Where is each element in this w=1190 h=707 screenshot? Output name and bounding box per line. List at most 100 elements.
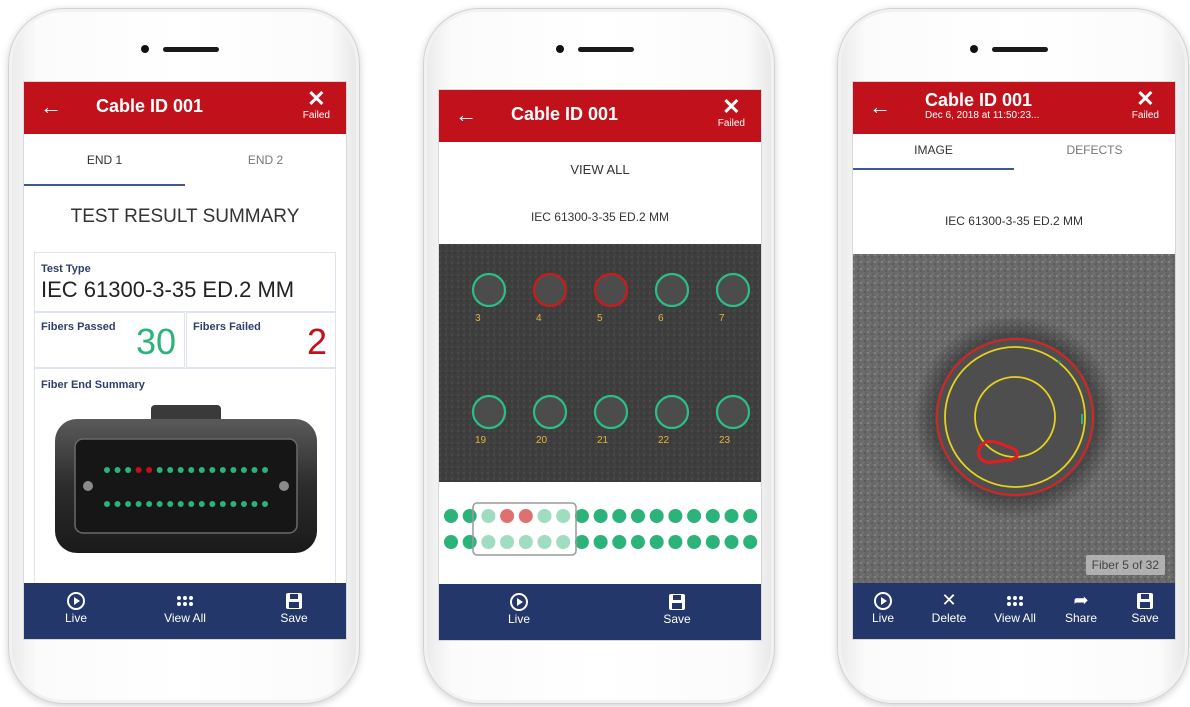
connector-fiber-dot — [230, 467, 237, 473]
fiber-end-summary-card: Fiber End Summary — [34, 368, 336, 590]
connector-fiber-dot — [177, 501, 184, 507]
screen-fiber-image: ← Cable ID 001 Dec 6, 2018 at 11:50:23..… — [852, 81, 1176, 640]
test-type-value: IEC 61300-3-35 ED.2 MM — [41, 277, 295, 302]
speaker-slot — [578, 47, 634, 52]
fiber-grid: 3 4 5 6 7 19 20 21 22 23 — [439, 244, 761, 482]
fiber-number: 23 — [719, 435, 731, 446]
save-label: Save — [280, 611, 308, 625]
app-header: ← Cable ID 001 ✕ Failed — [439, 90, 761, 142]
fiber-map-dot — [556, 509, 571, 523]
save-button[interactable]: Save — [1115, 589, 1175, 625]
test-type-label: Test Type — [41, 263, 91, 275]
image-tabs: IMAGE DEFECTS — [853, 134, 1175, 186]
fiber-endface-image: Fiber 5 of 32 — [853, 254, 1175, 583]
fiber-circle — [715, 394, 751, 430]
fiber-number: 3 — [475, 313, 481, 324]
close-failed-button[interactable]: ✕ Failed — [718, 94, 745, 129]
fiber-map-dot — [481, 535, 496, 549]
fiber-map-dot — [687, 535, 702, 549]
connector-fiber-dot — [219, 501, 226, 507]
fiber-number: 4 — [536, 313, 542, 324]
camera-dot — [141, 45, 149, 53]
fiber-number: 22 — [658, 435, 670, 446]
fibers-passed-card: Fibers Passed 30 — [34, 312, 185, 368]
back-arrow-icon[interactable]: ← — [869, 96, 891, 118]
status-label: Failed — [717, 118, 745, 129]
delete-button[interactable]: ✕ Delete — [919, 589, 979, 625]
save-label: Save — [1131, 611, 1159, 625]
fibers-passed-count: 30 — [135, 321, 176, 362]
back-arrow-icon[interactable]: ← — [455, 104, 477, 126]
live-button[interactable]: Live — [46, 589, 106, 625]
fiber-grid-image: 3 4 5 6 7 19 20 21 22 23 — [439, 244, 761, 482]
fiber-map-dot — [444, 535, 458, 549]
fiber-number: 6 — [658, 313, 664, 324]
live-label: Live — [871, 611, 894, 625]
tab-end-2[interactable]: END 2 — [185, 134, 346, 186]
view-all-heading[interactable]: VIEW ALL — [439, 162, 761, 177]
screen-view-all: ← Cable ID 001 ✕ Failed VIEW ALL IEC 613… — [438, 89, 762, 641]
fiber-map-dot — [649, 509, 664, 523]
connector-fiber-dot — [188, 467, 195, 473]
play-icon — [874, 592, 892, 611]
view-all-label: View All — [994, 611, 1036, 625]
connector-fiber-dot — [219, 467, 226, 473]
speaker-slot — [163, 47, 219, 52]
grid-icon — [1006, 595, 1024, 607]
test-type-card: Test Type IEC 61300-3-35 ED.2 MM — [34, 252, 336, 312]
save-button[interactable]: Save — [264, 589, 324, 625]
tab-defects[interactable]: DEFECTS — [1014, 138, 1175, 166]
live-button[interactable]: Live — [489, 590, 549, 626]
connector-fiber-dot — [135, 501, 142, 507]
tab-underline — [853, 168, 1014, 170]
connector-fiber-dot — [125, 467, 132, 473]
page-title: Cable ID 001 — [925, 90, 1033, 110]
end-tabs: END 1 END 2 — [24, 134, 346, 186]
close-failed-button[interactable]: ✕ Failed — [303, 86, 330, 121]
fiber-map-dot — [612, 509, 627, 523]
connector-fiber-dot — [230, 501, 237, 507]
app-header: ← Cable ID 001 ✕ Failed — [24, 82, 346, 134]
fiber-map-dot — [668, 509, 683, 523]
guide-pin-right — [279, 481, 289, 491]
back-arrow-icon[interactable]: ← — [40, 96, 62, 118]
view-all-button[interactable]: View All — [985, 589, 1045, 625]
connector-fiber-dot — [262, 467, 268, 473]
fiber-map-dot — [743, 535, 758, 549]
bottom-nav: Live Save — [439, 584, 761, 640]
screen-test-summary: ← Cable ID 001 ✕ Failed END 1 END 2 TEST… — [23, 81, 347, 640]
fiber-map[interactable] — [439, 482, 761, 584]
connector-fiber-dot — [198, 501, 205, 507]
view-all-button[interactable]: View All — [155, 589, 215, 625]
app-header: ← Cable ID 001 Dec 6, 2018 at 11:50:23..… — [853, 82, 1175, 134]
close-failed-button[interactable]: ✕ Failed — [1132, 86, 1159, 121]
camera-dot — [556, 45, 564, 53]
fiber-number: 20 — [536, 435, 548, 446]
fiber-circle — [715, 272, 751, 308]
fiber-map-dot — [687, 509, 702, 523]
live-label: Live — [507, 612, 530, 626]
save-button[interactable]: Save — [647, 590, 707, 626]
timestamp: Dec 6, 2018 at 11:50:23... — [925, 110, 1040, 121]
fiber-circle — [471, 272, 507, 308]
tab-end-1[interactable]: END 1 — [24, 134, 185, 186]
fiber-map-dot — [593, 535, 608, 549]
connector-fiber-dot — [114, 467, 121, 473]
play-icon — [510, 593, 528, 612]
connector-fiber-dot — [146, 501, 153, 507]
delete-label: Delete — [931, 611, 967, 625]
connector-fiber-dot — [209, 467, 216, 473]
fiber-map-dot — [500, 509, 515, 523]
standard-label: IEC 61300-3-35 ED.2 MM — [530, 210, 670, 224]
page-title: Cable ID 001 — [511, 104, 619, 124]
status-label: Failed — [302, 110, 330, 121]
connector-fiber-dot — [167, 467, 174, 473]
live-button[interactable]: Live — [853, 589, 913, 625]
fiber-circle — [593, 394, 629, 430]
share-button[interactable]: ➦ Share — [1051, 589, 1111, 625]
fiber-map-dot — [518, 509, 533, 523]
tab-image[interactable]: IMAGE — [853, 138, 1014, 166]
fiber-map-dot — [556, 535, 571, 549]
fiber-map-dot — [705, 509, 720, 523]
play-icon — [67, 592, 85, 611]
